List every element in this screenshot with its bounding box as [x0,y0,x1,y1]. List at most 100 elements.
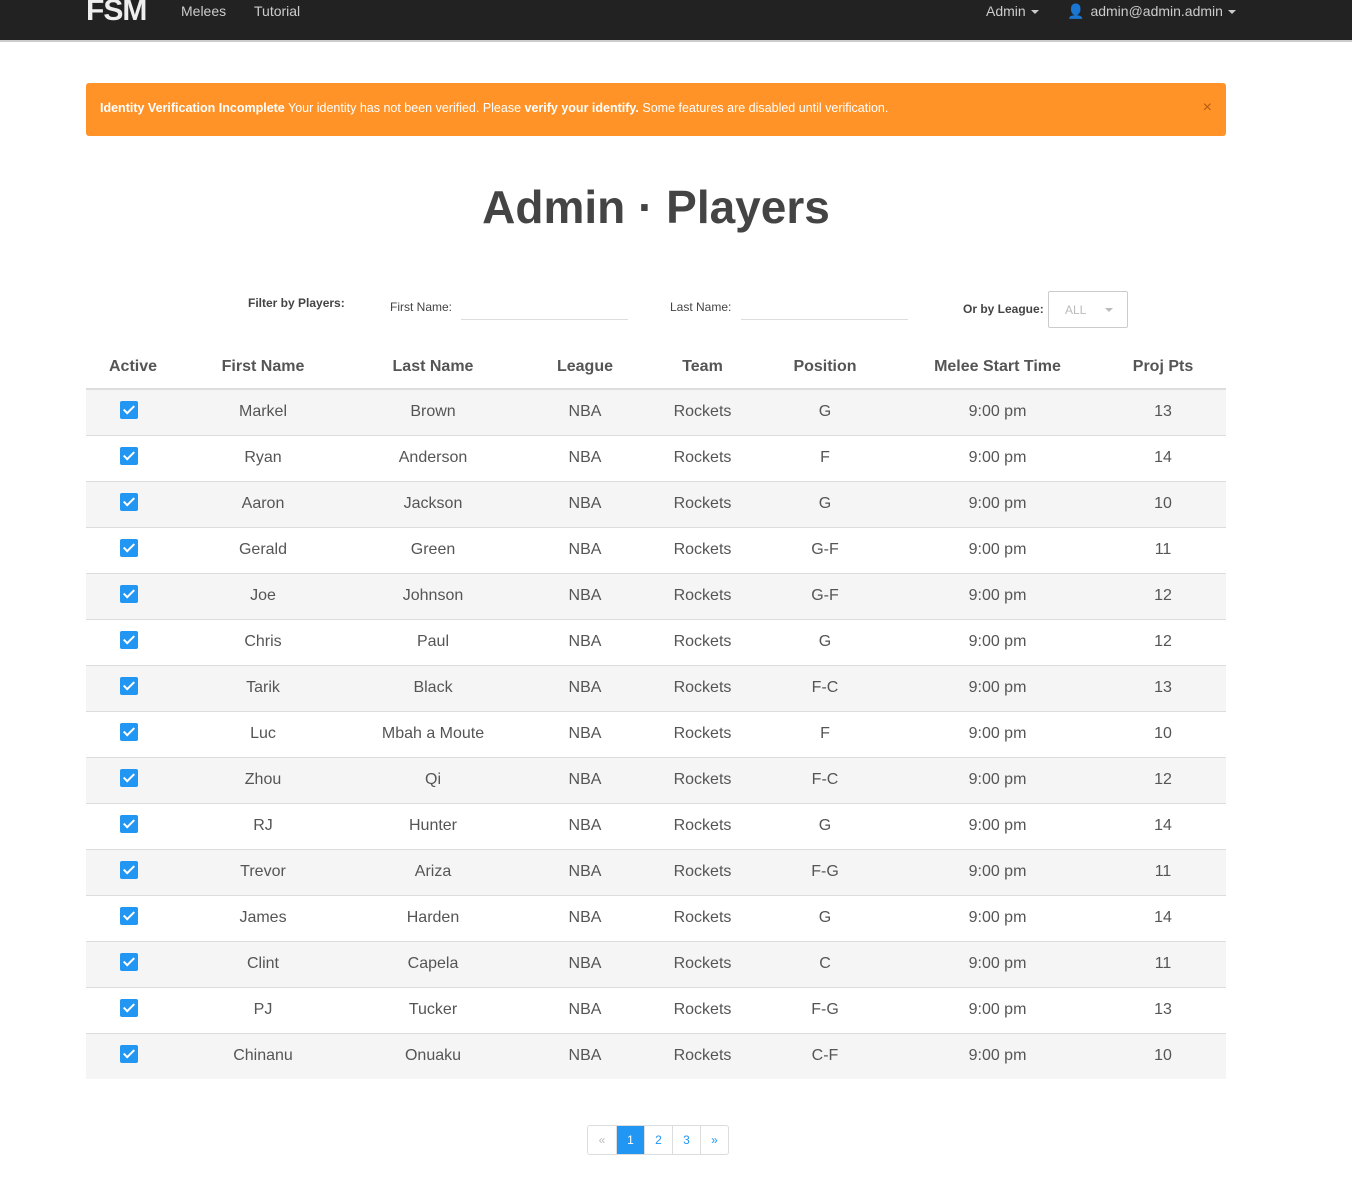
page-1-button[interactable]: 1 [616,1126,644,1154]
table-row: Ryan Anderson NBA Rockets F 9:00 pm 14 [86,435,1226,482]
table-row: Gerald Green NBA Rockets G-F 9:00 pm 11 [86,527,1226,574]
caret-down-icon [1030,10,1039,15]
table-row: Clint Capela NBA Rockets C 9:00 pm 11 [86,941,1226,988]
start-time-cell: 9:00 pm [895,849,1100,896]
verify-link[interactable]: verify your identify. [525,101,639,115]
active-checkbox[interactable] [120,492,138,511]
first-name-cell: PJ [180,987,346,1034]
filter-label: Filter by Players: [248,296,345,310]
team-cell: Rockets [650,987,755,1034]
last-name-cell: Hunter [346,803,520,850]
start-time-cell: 9:00 pm [895,481,1100,528]
active-cell [86,941,180,988]
first-name-label: First Name: [390,300,453,314]
first-name-cell: Aaron [180,481,346,528]
table-row: Zhou Qi NBA Rockets F-C 9:00 pm 12 [86,757,1226,804]
start-time-cell: 9:00 pm [895,665,1100,712]
league-cell: NBA [520,711,650,758]
column-header[interactable]: League [520,345,650,390]
active-checkbox[interactable] [120,768,138,787]
prev-page-button[interactable]: « [588,1126,616,1154]
players-table: Active First Name Last Name League Team Posit… [86,345,1226,1079]
active-cell [86,435,180,482]
alert-text-2: Some features are disabled until verific… [638,101,889,115]
active-cell [86,527,180,574]
team-cell: Rockets [650,711,755,758]
active-checkbox[interactable] [120,952,138,971]
first-name-cell: Luc [180,711,346,758]
last-name-cell: Green [346,527,520,574]
last-name-cell: Qi [346,757,520,804]
start-time-cell: 9:00 pm [895,527,1100,574]
start-time-cell: 9:00 pm [895,619,1100,666]
column-header[interactable]: Position [755,345,895,390]
league-value: ALL [1065,303,1087,317]
page-3-button[interactable]: 3 [672,1126,700,1154]
position-cell: F-G [755,987,895,1034]
next-page-button[interactable]: » [700,1126,728,1154]
active-checkbox[interactable] [120,906,138,925]
league-cell: NBA [520,849,650,896]
active-checkbox[interactable] [120,814,138,833]
first-name-cell: Joe [180,573,346,620]
table-row: PJ Tucker NBA Rockets F-G 9:00 pm 13 [86,987,1226,1034]
last-name-cell: Harden [346,895,520,942]
position-cell: G [755,803,895,850]
active-cell [86,665,180,712]
active-checkbox[interactable] [120,630,138,649]
team-cell: Rockets [650,573,755,620]
active-checkbox[interactable] [120,722,138,741]
league-cell: NBA [520,757,650,804]
position-cell: G [755,895,895,942]
nav-link-melees[interactable]: Melees [181,3,226,19]
proj-pts-cell: 14 [1100,895,1226,942]
last-name-input[interactable] [741,300,908,320]
user-dropdown[interactable]: 👤 admin@admin.admin [1067,3,1236,20]
first-name-cell: RJ [180,803,346,850]
start-time-cell: 9:00 pm [895,711,1100,758]
admin-dropdown[interactable]: Admin [986,3,1039,19]
position-cell: G [755,389,895,436]
page-2-button[interactable]: 2 [644,1126,672,1154]
league-select[interactable]: ALL [1048,291,1128,328]
position-cell: F [755,711,895,758]
active-checkbox[interactable] [120,676,138,695]
league-cell: NBA [520,665,650,712]
league-cell: NBA [520,895,650,942]
first-name-cell: Trevor [180,849,346,896]
column-header[interactable]: Proj Pts [1100,345,1226,390]
active-checkbox[interactable] [120,446,138,465]
column-header[interactable]: Team [650,345,755,390]
last-name-cell: Capela [346,941,520,988]
column-header[interactable]: Melee Start Time [895,345,1100,390]
proj-pts-cell: 10 [1100,711,1226,758]
active-checkbox[interactable] [120,400,138,419]
active-checkbox[interactable] [120,860,138,879]
first-name-cell: Zhou [180,757,346,804]
team-cell: Rockets [650,481,755,528]
active-checkbox[interactable] [120,538,138,557]
proj-pts-cell: 14 [1100,435,1226,482]
league-cell: NBA [520,527,650,574]
start-time-cell: 9:00 pm [895,803,1100,850]
column-header[interactable]: Active [86,345,180,390]
active-cell [86,757,180,804]
column-header[interactable]: Last Name [346,345,520,390]
active-checkbox[interactable] [120,584,138,603]
table-row: Tarik Black NBA Rockets F-C 9:00 pm 13 [86,665,1226,712]
proj-pts-cell: 10 [1100,481,1226,528]
first-name-cell: Ryan [180,435,346,482]
close-icon[interactable]: × [1203,99,1212,117]
column-header[interactable]: First Name [180,345,346,390]
nav-link-tutorial[interactable]: Tutorial [254,3,300,19]
first-name-input[interactable] [461,300,628,320]
last-name-cell: Black [346,665,520,712]
navbar: FSM Melees Tutorial Admin 👤 admin@admin.a… [0,0,1352,42]
active-cell [86,1033,180,1079]
active-checkbox[interactable] [120,1044,138,1063]
active-checkbox[interactable] [120,998,138,1017]
proj-pts-cell: 12 [1100,619,1226,666]
league-label: Or by League: [963,302,1044,316]
logo[interactable]: FSM [86,0,147,28]
first-name-cell: Gerald [180,527,346,574]
